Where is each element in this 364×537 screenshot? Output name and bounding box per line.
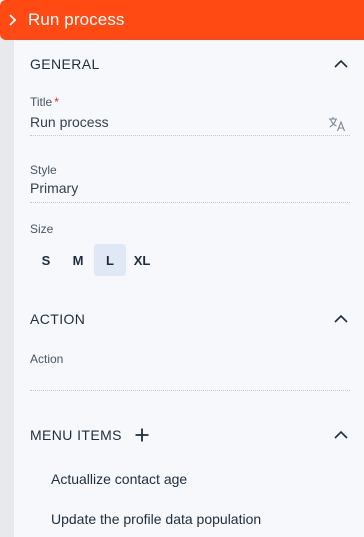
title-field-label: Title * <box>30 95 59 109</box>
required-mark: * <box>54 95 59 109</box>
section-general-title: GENERAL <box>30 56 100 72</box>
section-action-title: ACTION <box>30 311 86 327</box>
title-label-text: Title <box>30 95 53 109</box>
style-field-label: Style <box>30 163 57 177</box>
size-option-m[interactable]: M <box>62 244 94 276</box>
size-option-l[interactable]: L <box>94 244 126 276</box>
panel-header: Run process <box>0 0 364 40</box>
chevron-right-icon[interactable] <box>0 0 24 40</box>
section-general-header[interactable]: GENERAL <box>30 52 350 76</box>
panel-title: Run process <box>28 10 125 29</box>
chevron-up-icon[interactable] <box>332 310 350 328</box>
section-menu-items-title: MENU ITEMS <box>30 427 122 443</box>
action-field-label: Action <box>30 352 64 366</box>
add-menu-item-icon[interactable] <box>134 427 150 443</box>
menu-item[interactable]: Actuallize contact age <box>51 471 187 487</box>
left-strip <box>0 0 14 537</box>
properties-panel: GENERAL Title * Run process Style Primary… <box>14 40 364 537</box>
size-option-s[interactable]: S <box>30 244 62 276</box>
section-menu-items-header[interactable]: MENU ITEMS <box>30 423 350 447</box>
size-field-label: Size <box>30 222 54 236</box>
chevron-up-icon[interactable] <box>332 55 350 73</box>
style-underline <box>30 202 350 203</box>
chevron-up-icon[interactable] <box>332 426 350 444</box>
action-underline <box>30 390 350 391</box>
menu-item[interactable]: Update the profile data population <box>51 511 261 527</box>
style-select[interactable]: Primary <box>30 180 78 196</box>
translate-icon[interactable] <box>328 116 346 132</box>
title-input[interactable]: Run process <box>30 114 109 130</box>
section-action-header[interactable]: ACTION <box>30 307 350 331</box>
size-option-xl[interactable]: XL <box>126 244 158 276</box>
title-underline <box>30 135 350 136</box>
size-selector: S M L XL <box>30 244 158 276</box>
